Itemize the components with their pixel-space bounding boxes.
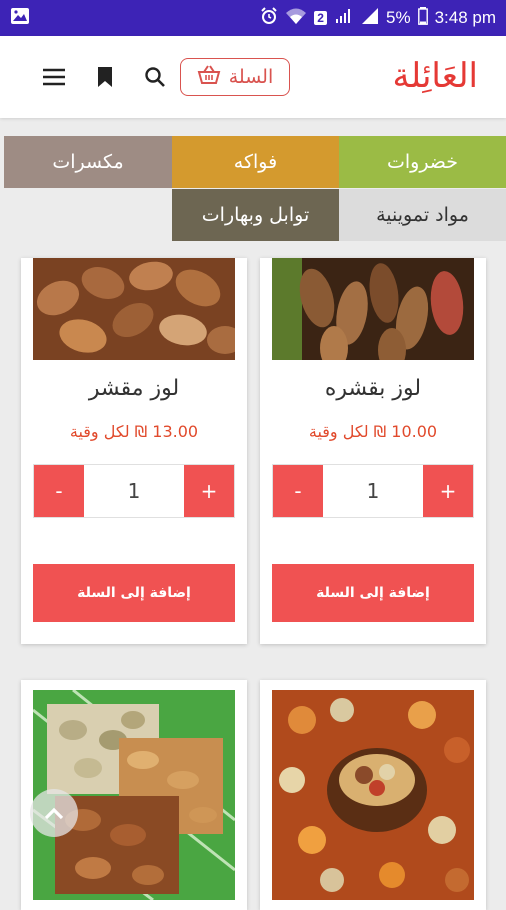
basket-icon [197, 64, 221, 90]
product-price: 13.00 ₪ لكل وقية [69, 422, 199, 441]
menu-button[interactable] [41, 64, 67, 90]
hamburger-menu-icon [43, 68, 65, 86]
signal-icon-2 [361, 7, 379, 30]
status-bar: 2 5% 3:48 pm [0, 0, 506, 36]
quantity-value[interactable]: 1 [323, 465, 423, 517]
cart-button[interactable]: السلة [180, 58, 290, 96]
search-button[interactable] [142, 64, 168, 90]
decrease-quantity-button[interactable]: - [34, 465, 84, 517]
add-to-cart-button[interactable]: إضافة إلى السلة [33, 564, 235, 622]
app-logo[interactable]: العَائِلة [392, 56, 478, 96]
search-icon [145, 67, 165, 87]
category-vegetables[interactable]: خضروات [339, 136, 506, 188]
cart-label: السلة [228, 66, 274, 88]
product-price: 10.00 ₪ لكل وقية [308, 422, 438, 441]
increase-quantity-button[interactable]: + [423, 465, 473, 517]
product-card: لوز مقشر 13.00 ₪ لكل وقية - 1 + إضافة إل… [21, 258, 247, 644]
decrease-quantity-button[interactable]: - [273, 465, 323, 517]
increase-quantity-button[interactable]: + [184, 465, 234, 517]
product-image-almonds-in-shell[interactable] [272, 258, 474, 360]
battery-icon [417, 6, 428, 30]
product-card: لوز بقشره 10.00 ₪ لكل وقية - 1 + إضافة إ… [260, 258, 486, 644]
add-to-cart-button[interactable]: إضافة إلى السلة [272, 564, 474, 622]
signal-icon [334, 7, 354, 30]
chevron-up-icon [44, 807, 64, 820]
bookmark-icon [98, 67, 112, 87]
quantity-stepper: - 1 + [272, 464, 474, 518]
quantity-value[interactable]: 1 [84, 465, 184, 517]
wifi-icon [285, 7, 307, 30]
sim-badge-icon: 2 [314, 11, 327, 25]
battery-level: 5% [385, 8, 411, 27]
quantity-stepper: - 1 + [33, 464, 235, 518]
product-card [260, 680, 486, 910]
scroll-to-top-button[interactable] [30, 789, 78, 837]
category-fruits[interactable]: فواكه [172, 136, 339, 188]
product-name[interactable]: لوز مقشر [21, 376, 247, 401]
app-header: العَائِلة السلة [0, 36, 506, 118]
alarm-icon [260, 6, 278, 30]
product-name[interactable]: لوز بقشره [260, 376, 486, 401]
bookmark-button[interactable] [92, 64, 118, 90]
clock: 3:48 pm [434, 8, 496, 27]
category-spices[interactable]: توابل وبهارات [172, 189, 339, 241]
product-image-peeled-almonds[interactable] [33, 258, 235, 360]
category-groceries[interactable]: مواد تموينية [339, 189, 506, 241]
gallery-icon [10, 7, 30, 30]
category-nuts[interactable]: مكسرات [4, 136, 172, 188]
product-image-mixed-nuts[interactable] [272, 690, 474, 900]
